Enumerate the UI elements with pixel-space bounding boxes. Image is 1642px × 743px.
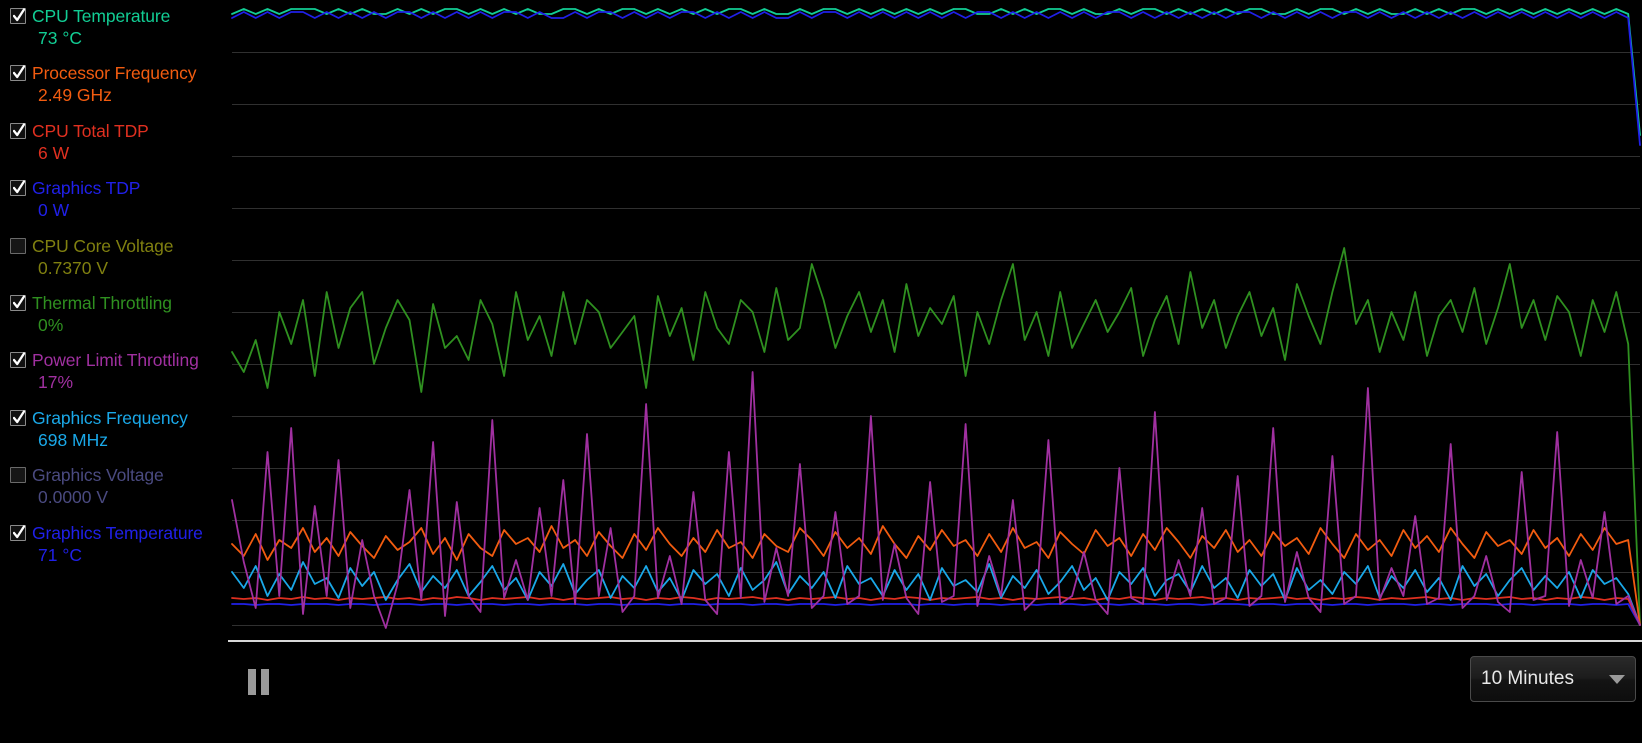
chart-bottom-divider xyxy=(228,640,1642,642)
legend-item-label: Graphics TDP xyxy=(32,178,141,199)
legend-item-value: 2.49 GHz xyxy=(38,85,112,106)
legend-item-label: Thermal Throttling xyxy=(32,292,172,313)
legend-item-value: 71 °C xyxy=(38,544,82,565)
checkbox-checked-icon[interactable] xyxy=(10,294,26,311)
legend-item-label: CPU Total TDP xyxy=(32,120,149,141)
legend-item-label: CPU Core Voltage xyxy=(32,235,174,256)
throttlestop-graph-window: CPU Temperature 73 °C Processor Frequency 2… xyxy=(0,0,1642,743)
legend-item-value: 6 W xyxy=(38,142,70,163)
pause-icon xyxy=(247,669,256,695)
check-glyph xyxy=(13,524,25,538)
legend-row: Graphics Frequency xyxy=(10,407,228,429)
check-glyph xyxy=(13,123,25,136)
pause-icon-bar-2 xyxy=(260,669,269,695)
time-interval-select[interactable]: 10 Minutes xyxy=(1470,656,1636,702)
legend-item-graphics-tdp[interactable]: Graphics TDP 0 W xyxy=(0,177,228,234)
check-glyph xyxy=(13,410,25,423)
legend-item-power-limit-throttling[interactable]: Power Limit Throttling 17% xyxy=(0,349,228,406)
legend-item-value: 17% xyxy=(38,372,74,393)
metrics-line-chart[interactable] xyxy=(228,0,1642,640)
checkbox-checked-icon[interactable] xyxy=(10,352,26,369)
legend-item-value: 73 °C xyxy=(38,28,82,48)
legend-item-value: 0% xyxy=(38,314,64,335)
legend-item-thermal-throttling[interactable]: Thermal Throttling 0% xyxy=(0,292,228,349)
legend-item-label: Graphics Temperature xyxy=(32,522,203,543)
check-glyph xyxy=(13,295,25,309)
legend-row: Thermal Throttling xyxy=(10,292,228,314)
chart-svg xyxy=(228,0,1642,640)
legend-row: Power Limit Throttling xyxy=(10,349,228,371)
check-glyph xyxy=(13,8,25,22)
legend-row: Processor Frequency xyxy=(10,62,228,84)
check-glyph xyxy=(13,352,25,366)
legend-row: Graphics Temperature xyxy=(10,522,228,544)
legend-item-value: 0.7370 V xyxy=(38,257,109,278)
check-glyph xyxy=(13,65,25,79)
time-interval-value: 10 Minutes xyxy=(1481,668,1574,689)
legend-item-cpu-temperature[interactable]: CPU Temperature 73 °C xyxy=(0,5,228,62)
checkbox-unchecked-icon[interactable] xyxy=(10,467,26,484)
metrics-legend-sidebar: CPU Temperature 73 °C Processor Frequency 2… xyxy=(0,0,228,743)
checkbox-checked-icon[interactable] xyxy=(10,122,26,139)
legend-item-graphics-temperature[interactable]: Graphics Temperature 71 °C xyxy=(0,522,228,579)
pause-button[interactable] xyxy=(236,660,280,704)
checkbox-checked-icon[interactable] xyxy=(10,65,26,82)
legend-row: Graphics TDP xyxy=(10,177,228,199)
legend-item-label: Graphics Voltage xyxy=(32,465,164,486)
checkbox-checked-icon[interactable] xyxy=(10,8,26,24)
legend-item-cpu-core-voltage[interactable]: CPU Core Voltage 0.7370 V xyxy=(0,235,228,292)
checkbox-checked-icon[interactable] xyxy=(10,524,26,541)
checkbox-checked-icon[interactable] xyxy=(10,180,26,197)
legend-item-cpu-total-tdp[interactable]: CPU Total TDP 6 W xyxy=(0,120,228,177)
legend-item-value: 0 W xyxy=(38,200,70,221)
legend-row: CPU Core Voltage xyxy=(10,235,228,257)
legend-item-value: 698 MHz xyxy=(38,429,109,450)
legend-row: CPU Temperature xyxy=(10,5,228,27)
legend-row: CPU Total TDP xyxy=(10,120,228,142)
legend-item-label: CPU Temperature xyxy=(32,6,171,26)
checkbox-unchecked-icon[interactable] xyxy=(10,237,26,254)
chart-controls-bar: 10 Minutes xyxy=(228,640,1642,743)
legend-row: Graphics Voltage xyxy=(10,464,228,486)
legend-item-label: Processor Frequency xyxy=(32,63,197,84)
legend-item-graphics-frequency[interactable]: Graphics Frequency 698 MHz xyxy=(0,407,228,464)
check-glyph xyxy=(13,180,25,194)
legend-item-graphics-voltage[interactable]: Graphics Voltage 0.0000 V xyxy=(0,464,228,521)
chart-area: 10 Minutes xyxy=(228,0,1642,743)
checkbox-checked-icon[interactable] xyxy=(10,409,26,426)
legend-item-processor-frequency[interactable]: Processor Frequency 2.49 GHz xyxy=(0,62,228,119)
legend-item-label: Graphics Frequency xyxy=(32,407,188,428)
chevron-down-icon xyxy=(1609,674,1625,684)
legend-item-label: Power Limit Throttling xyxy=(32,350,199,371)
legend-item-value: 0.0000 V xyxy=(38,487,109,508)
